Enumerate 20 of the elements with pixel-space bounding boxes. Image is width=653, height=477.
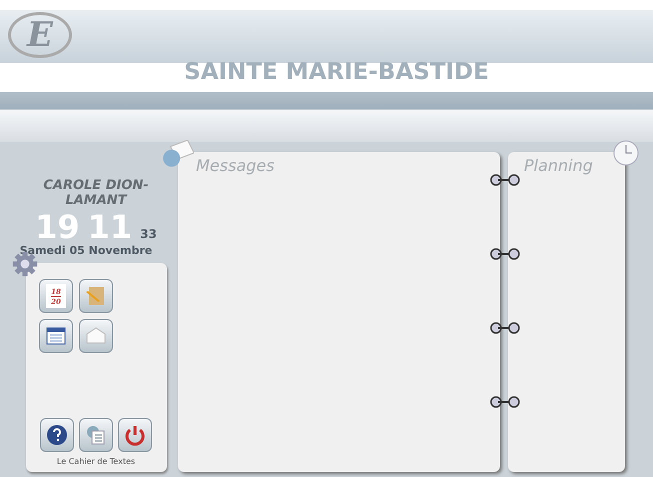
binder-ring-icon <box>490 248 520 260</box>
calendar-button[interactable] <box>39 319 73 353</box>
power-icon <box>123 423 147 447</box>
help-button[interactable] <box>40 418 74 452</box>
logo: E <box>8 12 72 58</box>
date-label: Samedi 05 Novembre <box>20 244 152 257</box>
logout-button[interactable] <box>118 418 152 452</box>
binder-ring-icon <box>490 396 520 408</box>
documents-button[interactable] <box>79 418 113 452</box>
user-name: CAROLE DION-LAMANT <box>42 178 150 208</box>
clock-seconds: 33 <box>140 227 157 241</box>
mail-button[interactable] <box>79 319 113 353</box>
panel-title: Messages <box>195 155 276 177</box>
app-caption: Le Cahier de Textes <box>56 457 136 466</box>
binder-ring-icon <box>490 174 520 186</box>
binder-ring-icon <box>490 322 520 334</box>
help-icon <box>45 423 69 447</box>
panel-title: Planning <box>523 155 594 177</box>
notebook-button[interactable] <box>79 279 113 313</box>
school-name: SAINTE MARIE-BASTIDE <box>183 58 490 86</box>
